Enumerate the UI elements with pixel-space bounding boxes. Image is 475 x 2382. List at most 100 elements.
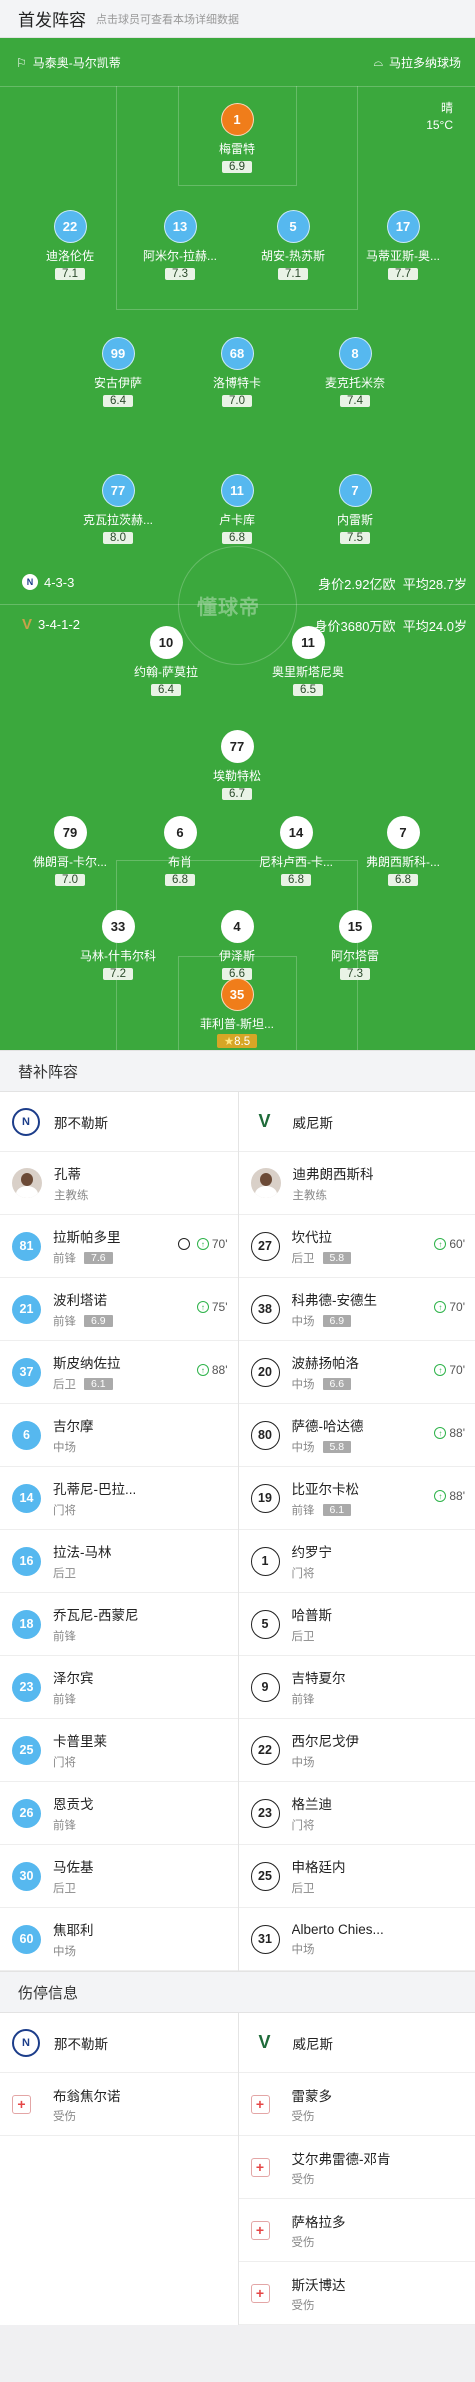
sub-player-row[interactable]: 20 波赫扬帕洛 中场 6.6 ↑ 70' <box>238 1341 475 1404</box>
player-rating: 6.8 <box>281 874 311 886</box>
sub-position: 前锋 <box>53 1820 76 1832</box>
sub-player-row[interactable]: 38 科弗德-安德生 中场 6.9 ↑ 70' <box>238 1278 475 1341</box>
sub-player-row[interactable]: 26 恩贡戈 前锋 <box>0 1782 238 1845</box>
player-number: 11 <box>220 474 254 507</box>
away-team-row[interactable]: V 威尼斯 <box>238 2013 475 2073</box>
player-number: 15 <box>338 910 372 943</box>
sub-number: 21 <box>12 1294 41 1324</box>
player-6[interactable]: 68 洛博特卡 7.0 <box>177 337 297 409</box>
stadium-icon: ⌓ <box>373 55 383 69</box>
player-13[interactable]: 77 埃勒特松 6.7 <box>177 730 297 802</box>
sub-player-row[interactable]: 25 卡普里莱 门将 <box>0 1719 238 1782</box>
injury-row[interactable]: + 雷蒙多 受伤 <box>238 2073 475 2136</box>
sub-rating: 6.9 <box>322 1315 352 1327</box>
sub-player-row[interactable]: 19 比亚尔卡松 前锋 6.1 ↑ 88' <box>238 1467 475 1530</box>
player-20[interactable]: 15 阿尔塔雷 7.3 <box>295 910 415 982</box>
sub-player-row[interactable]: 23 泽尔宾 前锋 <box>0 1656 238 1719</box>
player-rating: 7.5 <box>340 532 370 544</box>
injured-player-name: 斯沃博达 <box>291 2277 346 2293</box>
sub-player-row[interactable]: 31 Alberto Chies... 中场 <box>238 1908 475 1971</box>
player-4[interactable]: 17 马蒂亚斯-奥... 7.7 <box>343 210 463 282</box>
sub-position: 后卫 <box>291 1253 315 1265</box>
sub-name: 泽尔宾 <box>53 1671 94 1686</box>
player-21[interactable]: 35 菲利普-斯坦... ★8.5 <box>177 978 297 1050</box>
sub-in-icon: ↑ <box>434 1301 447 1313</box>
sub-player-row[interactable]: 6 吉尔摩 中场 <box>0 1404 238 1467</box>
sub-player-row[interactable]: 16 拉法-马林 后卫 <box>0 1530 238 1593</box>
sub-number: 19 <box>250 1483 280 1513</box>
whistle-icon: ⚐ <box>16 55 27 70</box>
sub-player-row[interactable]: 22 西尔尼戈伊 中场 <box>238 1719 475 1782</box>
player-0[interactable]: 1 梅雷特 6.9 <box>177 103 297 175</box>
player-number: 79 <box>53 816 87 849</box>
player-10[interactable]: 7 内雷斯 7.5 <box>295 474 415 546</box>
sub-player-row[interactable]: 5 哈普斯 后卫 <box>238 1593 475 1656</box>
sub-rating: 6.1 <box>322 1504 352 1516</box>
sub-name: 科弗德-安德生 <box>291 1293 378 1308</box>
sub-player-row[interactable]: 1 约罗宁 门将 <box>238 1530 475 1593</box>
player-14[interactable]: 79 佛朗哥-卡尔... 7.0 <box>10 816 130 888</box>
sub-position: 中场 <box>291 1442 315 1454</box>
player-name: 克瓦拉茨赫... <box>82 513 153 527</box>
sub-name: 吉特夏尔 <box>291 1671 346 1686</box>
away-formation: V 3-4-1-2 <box>22 616 80 633</box>
player-name: 安古伊萨 <box>93 376 142 390</box>
player-8[interactable]: 77 克瓦拉茨赫... 8.0 <box>58 474 178 546</box>
player-11[interactable]: 10 约翰-萨莫拉 6.4 <box>106 626 226 698</box>
sub-position: 门将 <box>291 1820 315 1832</box>
player-17[interactable]: 7 弗朗西斯科-... 6.8 <box>343 816 463 888</box>
napoli-logo-icon: N <box>22 574 38 590</box>
away-coach[interactable]: 迪弗朗西斯科 主教练 <box>238 1152 475 1215</box>
player-name: 阿尔塔雷 <box>330 949 379 963</box>
player-2[interactable]: 13 阿米尔-拉赫... 7.3 <box>120 210 240 282</box>
sub-player-row[interactable]: 9 吉特夏尔 前锋 <box>238 1656 475 1719</box>
away-team-row[interactable]: V 威尼斯 <box>238 1092 475 1152</box>
sub-position: 中场 <box>291 1316 315 1328</box>
sub-player-row[interactable]: 18 乔瓦尼-西蒙尼 前锋 <box>0 1593 238 1656</box>
player-18[interactable]: 33 马林-什韦尔科 7.2 <box>58 910 178 982</box>
player-rating: 7.3 <box>340 968 370 980</box>
player-7[interactable]: 8 麦克托米奈 7.4 <box>295 337 415 409</box>
home-coach[interactable]: 孔蒂 主教练 <box>0 1152 238 1215</box>
player-19[interactable]: 4 伊泽斯 6.6 <box>177 910 297 982</box>
sub-player-row[interactable]: 14 孔蒂尼-巴拉... 门将 <box>0 1467 238 1530</box>
home-team-row[interactable]: N 那不勒斯 <box>0 2013 238 2073</box>
sub-player-row[interactable]: 30 马佐基 后卫 <box>0 1845 238 1908</box>
sub-number: 1 <box>250 1546 280 1576</box>
sub-player-row[interactable]: 23 格兰迪 门将 <box>238 1782 475 1845</box>
player-rating: 7.7 <box>388 268 418 280</box>
player-15[interactable]: 6 布肖 6.8 <box>120 816 240 888</box>
home-team-row[interactable]: N 那不勒斯 <box>0 1092 238 1152</box>
player-rating: 6.4 <box>103 395 133 407</box>
player-3[interactable]: 5 胡安-热苏斯 7.1 <box>233 210 353 282</box>
player-5[interactable]: 99 安古伊萨 6.4 <box>58 337 178 409</box>
sub-player-row[interactable]: 21 波利塔诺 前锋 6.9 ↑ 75' <box>0 1278 238 1341</box>
player-number: 11 <box>291 626 325 659</box>
sub-player-row[interactable]: 60 焦耶利 中场 <box>0 1908 238 1971</box>
sub-in-indicator: ↑ 88' <box>434 1489 465 1503</box>
injury-row[interactable]: + 布翁焦尔诺 受伤 <box>0 2073 238 2136</box>
player-1[interactable]: 22 迪洛伦佐 7.1 <box>10 210 130 282</box>
sub-name: 孔蒂尼-巴拉... <box>53 1482 137 1497</box>
medical-cross-icon: + <box>250 2220 270 2240</box>
injury-row[interactable]: + 艾尔弗雷德-邓肯 受伤 <box>238 2136 475 2199</box>
sub-player-row[interactable]: 37 斯皮纳佐拉 后卫 6.1 ↑ 88' <box>0 1341 238 1404</box>
sub-player-row[interactable]: 80 萨德-哈达德 中场 5.8 ↑ 88' <box>238 1404 475 1467</box>
player-12[interactable]: 11 奥里斯塔尼奥 6.5 <box>248 626 368 698</box>
player-16[interactable]: 14 尼科卢西-卡... 6.8 <box>236 816 356 888</box>
player-9[interactable]: 11 卢卡库 6.8 <box>177 474 297 546</box>
player-name: 菲利普-斯坦... <box>200 1017 274 1031</box>
player-name: 梅雷特 <box>218 142 255 156</box>
injury-row[interactable]: + 萨格拉多 受伤 <box>238 2199 475 2262</box>
injury-row[interactable]: + 斯沃博达 受伤 <box>238 2262 475 2325</box>
sub-name: 约罗宁 <box>291 1545 333 1560</box>
player-rating: 7.2 <box>103 968 133 980</box>
player-name: 卢卡库 <box>218 513 255 527</box>
sub-player-row[interactable]: 27 坎代拉 后卫 5.8 ↑ 60' <box>238 1215 475 1278</box>
player-number: 10 <box>149 626 183 659</box>
sub-name: 斯皮纳佐拉 <box>53 1356 121 1371</box>
sub-player-row[interactable]: 81 拉斯帕多里 前锋 7.6 ↑ 70' <box>0 1215 238 1278</box>
sub-player-row[interactable]: 25 申格廷内 后卫 <box>238 1845 475 1908</box>
player-rating: 6.8 <box>165 874 195 886</box>
sub-name: 波利塔诺 <box>53 1293 107 1308</box>
